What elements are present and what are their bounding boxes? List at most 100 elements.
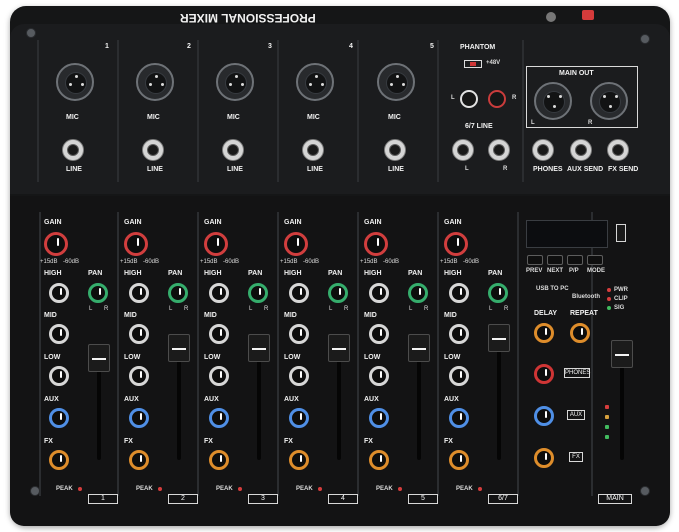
delay-knob[interactable] <box>534 323 554 343</box>
peak-led <box>318 487 322 491</box>
line67-right-label: R <box>512 95 517 101</box>
gain-knob[interactable] <box>284 232 308 256</box>
pin <box>553 105 556 108</box>
mode-label: MODE <box>587 268 605 274</box>
pan-knob[interactable] <box>168 283 188 303</box>
mid-eq-knob[interactable] <box>289 324 309 344</box>
pan-scale-left: L <box>89 306 93 312</box>
gain-knob[interactable] <box>124 232 148 256</box>
high-eq-knob[interactable] <box>289 283 309 303</box>
gain-scale-min: +15dB <box>120 259 138 265</box>
low-eq-knob[interactable] <box>209 366 229 386</box>
aux-send-jack <box>570 139 592 161</box>
gain-scale-max: -60dB <box>143 259 160 265</box>
top-jack <box>546 12 556 22</box>
channel-number-box: 3 <box>248 494 278 504</box>
phones-jack <box>532 139 554 161</box>
pan-label: PAN <box>88 270 103 277</box>
fx-knob[interactable] <box>209 450 229 470</box>
mp3-display <box>526 220 608 248</box>
aux-send-label: AUX SEND <box>567 166 604 173</box>
high-eq-knob[interactable] <box>209 283 229 303</box>
pan-knob[interactable] <box>328 283 348 303</box>
low-eq-knob[interactable] <box>49 366 69 386</box>
peak-led <box>158 487 162 491</box>
pin <box>315 75 318 78</box>
gain-scale-min: +15dB <box>440 259 458 265</box>
next-button[interactable] <box>547 255 563 265</box>
gain-scale-min: +15dB <box>40 259 58 265</box>
pan-label: PAN <box>408 270 423 277</box>
channel-fader[interactable] <box>488 324 510 352</box>
gain-knob[interactable] <box>364 232 388 256</box>
fx-knob[interactable] <box>129 450 149 470</box>
fx-master-knob[interactable] <box>534 448 554 468</box>
channel-fader[interactable] <box>328 334 350 362</box>
section-divider <box>437 40 439 182</box>
line-label: LINE <box>227 166 243 173</box>
mid-eq-knob[interactable] <box>49 324 69 344</box>
mic-input-1 <box>56 63 94 101</box>
low-eq-knob[interactable] <box>129 366 149 386</box>
aux-knob[interactable] <box>369 408 389 428</box>
pin <box>609 105 612 108</box>
pin <box>69 83 72 86</box>
mid-eq-knob[interactable] <box>129 324 149 344</box>
repeat-knob[interactable] <box>570 323 590 343</box>
gain-knob[interactable] <box>204 232 228 256</box>
phones-knob[interactable] <box>534 364 554 384</box>
gain-knob[interactable] <box>444 232 468 256</box>
prev-button[interactable] <box>527 255 543 265</box>
mid-eq-knob[interactable] <box>369 324 389 344</box>
fx-knob[interactable] <box>289 450 309 470</box>
fx-knob[interactable] <box>369 450 389 470</box>
screw <box>26 28 36 38</box>
pan-scale-right: R <box>344 306 349 312</box>
mic-label: MIC <box>307 114 320 121</box>
low-eq-knob[interactable] <box>369 366 389 386</box>
high-eq-knob[interactable] <box>369 283 389 303</box>
low-eq-knob[interactable] <box>289 366 309 386</box>
aux-knob[interactable] <box>129 408 149 428</box>
aux-knob[interactable] <box>49 408 69 428</box>
pan-knob[interactable] <box>488 283 508 303</box>
mic-label: MIC <box>147 114 160 121</box>
channel-number-box: 6/7 <box>488 494 518 504</box>
aux-master-knob[interactable] <box>534 406 554 426</box>
line67-left-jack <box>452 139 474 161</box>
mic-label: MIC <box>227 114 240 121</box>
gain-knob[interactable] <box>44 232 68 256</box>
high-eq-knob[interactable] <box>129 283 149 303</box>
low-eq-knob[interactable] <box>449 366 469 386</box>
main-fader[interactable] <box>611 340 633 368</box>
aux-label: AUX <box>284 396 299 403</box>
mid-label: MID <box>444 312 457 319</box>
phantom-voltage-label: +48V <box>486 60 501 66</box>
channel-fader[interactable] <box>408 334 430 362</box>
line-label: LINE <box>66 166 82 173</box>
channel-fader[interactable] <box>248 334 270 362</box>
aux-knob[interactable] <box>449 408 469 428</box>
pan-label: PAN <box>328 270 343 277</box>
mode-button[interactable] <box>587 255 603 265</box>
high-eq-knob[interactable] <box>449 283 469 303</box>
low-label: LOW <box>444 354 461 361</box>
pan-knob[interactable] <box>248 283 268 303</box>
pan-knob[interactable] <box>408 283 428 303</box>
aux-knob[interactable] <box>209 408 229 428</box>
channel-fader[interactable] <box>168 334 190 362</box>
play-pause-button[interactable] <box>567 255 583 265</box>
pin <box>396 75 399 78</box>
fx-knob[interactable] <box>49 450 69 470</box>
channel-fader[interactable] <box>88 344 110 372</box>
mid-eq-knob[interactable] <box>449 324 469 344</box>
pan-knob[interactable] <box>88 283 108 303</box>
high-eq-knob[interactable] <box>49 283 69 303</box>
mid-eq-knob[interactable] <box>209 324 229 344</box>
aux-knob[interactable] <box>289 408 309 428</box>
fx-knob[interactable] <box>449 450 469 470</box>
meter-segment <box>605 415 609 419</box>
mic-input-3 <box>216 63 254 101</box>
pwr-label: PWR <box>614 287 628 293</box>
delay-label: DELAY <box>534 310 558 317</box>
